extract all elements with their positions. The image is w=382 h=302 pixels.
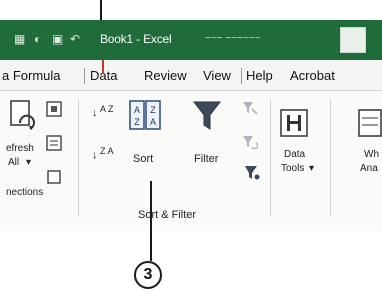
svg-text:Z: Z [134,117,140,127]
account-avatar[interactable] [340,27,366,53]
title-bar: ▦ ◐ ▣ ↶ Book1 - Excel ~~~ ~~~~~~ [0,20,382,60]
filter-button-label[interactable]: Filter [194,153,218,165]
edit-links-icon[interactable] [46,169,62,185]
sort-z-to-a-icon[interactable]: ↓ [92,149,98,161]
tab-separator [241,68,242,84]
queries-connections-icon[interactable] [46,101,62,117]
group-separator [330,99,331,217]
sort-button-label[interactable]: Sort [133,153,153,165]
filter-icon[interactable] [192,99,222,133]
step-number: 3 [143,266,153,283]
queries-connections-group-label: nections [6,187,44,198]
tab-review[interactable]: Review [144,68,187,83]
tab-separator [84,68,85,84]
undo-icon[interactable]: ↶ [70,32,80,46]
sort-z-to-a-label: Z A [100,146,114,156]
chevron-down-icon[interactable]: ▾ [309,163,314,174]
tab-acrobat[interactable]: Acrobat [290,68,335,83]
what-if-label[interactable]: Wh [364,149,379,160]
refresh-all-sublabel: All [8,157,20,168]
excel-window: ▦ ◐ ▣ ↶ Book1 - Excel ~~~ ~~~~~~ a Formu… [0,0,382,302]
data-tools-label[interactable]: Data [284,149,305,160]
data-ribbon: efresh All ▾ nections ↓ A Z ↓ Z A A Z Z … [0,91,382,231]
group-separator [78,99,79,217]
tab-help[interactable]: Help [246,68,273,83]
sort-a-to-z-icon[interactable]: ↓ [92,107,98,119]
sort-a-to-z-label: A Z [100,104,114,114]
excel-logo-icon[interactable]: ▦ [14,32,25,46]
properties-icon[interactable] [46,135,62,151]
window-title-subtext: ~~~ ~~~~~~ [205,33,261,44]
svg-text:A: A [134,105,140,115]
refresh-all-icon[interactable] [8,99,38,135]
what-if-analysis-icon[interactable] [358,109,382,137]
chevron-down-icon[interactable]: ▾ [26,157,31,168]
tab-formulas[interactable]: a Formula [2,68,61,83]
annotation-pointer-line [150,181,152,261]
sort-filter-group-label: Sort & Filter [138,209,197,221]
clear-filter-icon[interactable] [242,101,258,115]
what-if-sublabel[interactable]: Ana [360,163,378,174]
window-title: Book1 - Excel [100,32,172,46]
svg-text:A: A [150,117,156,127]
annotation-line-data [102,60,104,74]
group-separator [270,99,271,217]
refresh-all-label: efresh [6,143,34,154]
autosave-toggle-icon[interactable]: ◐ [34,32,41,46]
data-tools-sublabel[interactable]: Tools [281,163,304,174]
reapply-filter-icon[interactable] [242,135,258,149]
sort-icon[interactable]: A Z Z A [128,99,162,133]
data-tools-icon[interactable] [280,109,308,137]
svg-text:Z: Z [150,105,156,115]
tab-view[interactable]: View [203,68,231,83]
annotation-line-top [100,0,102,22]
step-number-badge: 3 [134,261,162,289]
advanced-filter-icon[interactable] [244,165,260,181]
ribbon-tabs: a Formula Data Review View Help Acrobat [0,60,382,91]
save-icon[interactable]: ▣ [52,32,63,46]
